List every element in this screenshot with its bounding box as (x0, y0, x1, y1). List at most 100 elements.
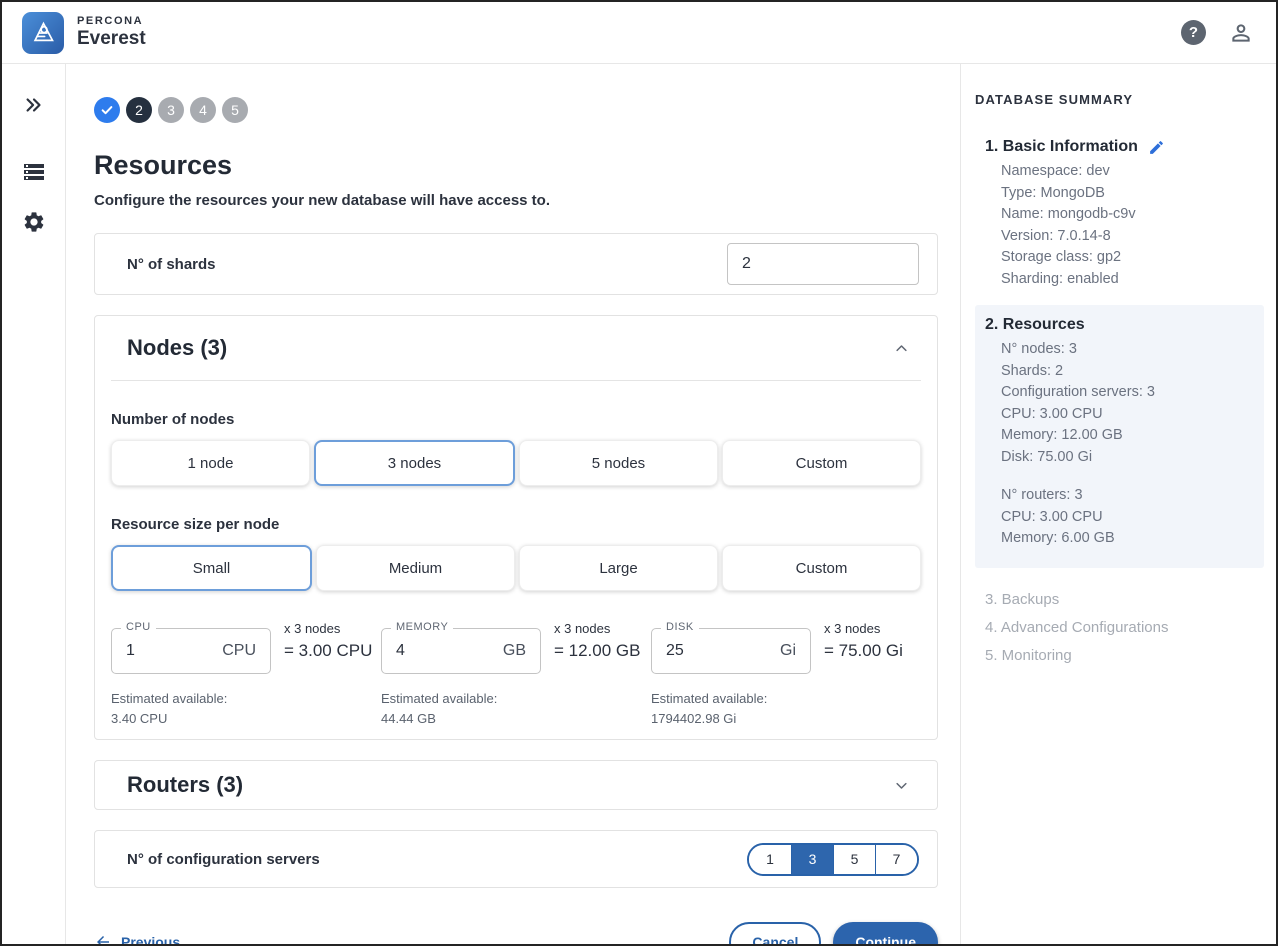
config-servers-7[interactable]: 7 (875, 845, 917, 874)
chevron-up-icon (894, 341, 909, 356)
size-large[interactable]: Large (519, 545, 718, 591)
memory-field: MEMORY GB (381, 628, 541, 674)
step-1-completed[interactable] (94, 97, 120, 123)
disk-unit: Gi (780, 642, 796, 660)
cpu-field-label: CPU (121, 621, 156, 633)
summary-item: Memory: 6.00 GB (1001, 528, 1256, 550)
routers-accordion-header[interactable]: Routers (3) (95, 761, 937, 809)
summary-resources-items: N° nodes: 3 Shards: 2 Configuration serv… (975, 339, 1256, 550)
cpu-input[interactable] (126, 642, 196, 660)
disk-total: = 75.00 Gi (824, 641, 903, 661)
brand-text: PERCONA Everest (77, 15, 146, 50)
previous-button[interactable]: Previous (94, 933, 180, 944)
summary-item: Version: 7.0.14-8 (1001, 226, 1264, 248)
arrow-left-icon (94, 933, 112, 944)
summary-basic-items: Namespace: dev Type: MongoDB Name: mongo… (975, 161, 1264, 290)
summary-pending-advanced: 4. Advanced Configurations (985, 614, 1264, 642)
config-servers-toggle-group: 1 3 5 7 (747, 843, 919, 876)
edit-basic-info-icon[interactable] (1148, 139, 1165, 156)
config-servers-card: N° of configuration servers 1 3 5 7 (94, 830, 938, 888)
databases-nav-icon[interactable] (14, 152, 54, 192)
node-count-options: 1 node 3 nodes 5 nodes Custom (111, 440, 921, 486)
summary-pending-sections: 3. Backups 4. Advanced Configurations 5.… (975, 586, 1264, 670)
memory-estimated-label: Estimated available: (381, 689, 651, 709)
disk-totals: x 3 nodes = 75.00 Gi (824, 621, 903, 661)
cpu-estimated: Estimated available: 3.40 CPU (111, 689, 381, 729)
summary-resources-section: 2. Resources N° nodes: 3 Shards: 2 Confi… (975, 305, 1264, 568)
body-row: 2 3 4 5 Resources Configure the resource… (2, 64, 1276, 944)
memory-input[interactable] (396, 642, 466, 660)
routers-accordion-title: Routers (3) (127, 772, 243, 798)
summary-item: Disk: 75.00 Gi (1001, 447, 1256, 469)
database-summary-sidebar: DATABASE SUMMARY 1. Basic Information Na… (960, 64, 1276, 944)
summary-basic-section: 1. Basic Information Namespace: dev Type… (975, 138, 1264, 290)
nodes-accordion-header[interactable]: Nodes (3) (95, 316, 937, 380)
disk-estimated: Estimated available: 1794402.98 Gi (651, 689, 921, 729)
config-servers-5[interactable]: 5 (833, 845, 875, 874)
summary-item: Type: MongoDB (1001, 183, 1264, 205)
previous-label: Previous (121, 934, 180, 944)
footer-buttons: Cancel Continue (729, 922, 938, 944)
summary-item: Configuration servers: 3 (1001, 382, 1256, 404)
cpu-multiplier: x 3 nodes (284, 621, 372, 636)
cancel-button[interactable]: Cancel (729, 922, 821, 944)
continue-button[interactable]: Continue (833, 922, 938, 944)
user-profile-icon[interactable] (1228, 20, 1254, 46)
size-medium[interactable]: Medium (316, 545, 515, 591)
step-2-active[interactable]: 2 (126, 97, 152, 123)
node-count-5[interactable]: 5 nodes (519, 440, 718, 486)
brand-name-percona: PERCONA (77, 15, 146, 27)
summary-item: CPU: 3.00 CPU (1001, 404, 1256, 426)
summary-pending-monitoring: 5. Monitoring (985, 642, 1264, 670)
disk-input[interactable] (666, 642, 736, 660)
summary-item: Memory: 12.00 GB (1001, 425, 1256, 447)
node-count-custom[interactable]: Custom (722, 440, 921, 486)
summary-pending-backups: 3. Backups (985, 586, 1264, 614)
settings-gear-icon[interactable] (14, 202, 54, 242)
nodes-accordion: Nodes (3) Number of nodes 1 node 3 nodes… (94, 315, 938, 740)
brand-name-everest: Everest (77, 29, 146, 50)
memory-multiplier: x 3 nodes (554, 621, 640, 636)
summary-item: Name: mongodb-c9v (1001, 204, 1264, 226)
wizard-stepper: 2 3 4 5 (94, 97, 938, 123)
config-servers-1[interactable]: 1 (749, 845, 791, 874)
nodes-accordion-title: Nodes (3) (127, 335, 227, 361)
size-small-selected[interactable]: Small (111, 545, 312, 591)
config-servers-3-selected[interactable]: 3 (791, 845, 833, 874)
size-custom[interactable]: Custom (722, 545, 921, 591)
wizard-footer: Previous Cancel Continue (94, 922, 938, 944)
summary-item: N° routers: 3 (1001, 485, 1256, 507)
step-3[interactable]: 3 (158, 97, 184, 123)
header-actions: ? (1181, 20, 1254, 46)
memory-totals: x 3 nodes = 12.00 GB (554, 621, 640, 661)
summary-item: Shards: 2 (1001, 361, 1256, 383)
cpu-totals: x 3 nodes = 3.00 CPU (284, 621, 372, 661)
memory-total: = 12.00 GB (554, 641, 640, 661)
wizard-main: 2 3 4 5 Resources Configure the resource… (66, 64, 960, 944)
check-icon (100, 103, 114, 117)
disk-field-label: DISK (661, 621, 699, 633)
resource-size-label: Resource size per node (111, 516, 921, 533)
node-count-3-selected[interactable]: 3 nodes (314, 440, 515, 486)
memory-field-label: MEMORY (391, 621, 453, 633)
number-of-nodes-label: Number of nodes (111, 411, 921, 428)
cpu-estimated-value: 3.40 CPU (111, 709, 381, 729)
disk-column: DISK Gi x 3 nodes = 75.00 Gi (651, 621, 921, 729)
expand-sidebar-icon[interactable] (15, 86, 53, 124)
memory-estimated: Estimated available: 44.44 GB (381, 689, 651, 729)
shards-label: N° of shards (127, 256, 216, 273)
app-header: PERCONA Everest ? (2, 2, 1276, 64)
help-icon[interactable]: ? (1181, 20, 1206, 45)
cpu-estimated-label: Estimated available: (111, 689, 381, 709)
disk-estimated-label: Estimated available: (651, 689, 921, 709)
memory-unit: GB (503, 642, 526, 660)
step-5[interactable]: 5 (222, 97, 248, 123)
memory-estimated-value: 44.44 GB (381, 709, 651, 729)
summary-resources-title: 2. Resources (985, 316, 1085, 334)
cpu-unit: CPU (222, 642, 256, 660)
percona-logo-icon (22, 12, 64, 54)
step-4[interactable]: 4 (190, 97, 216, 123)
app-window: PERCONA Everest ? (0, 0, 1278, 946)
shards-input[interactable] (727, 243, 919, 285)
node-count-1[interactable]: 1 node (111, 440, 310, 486)
